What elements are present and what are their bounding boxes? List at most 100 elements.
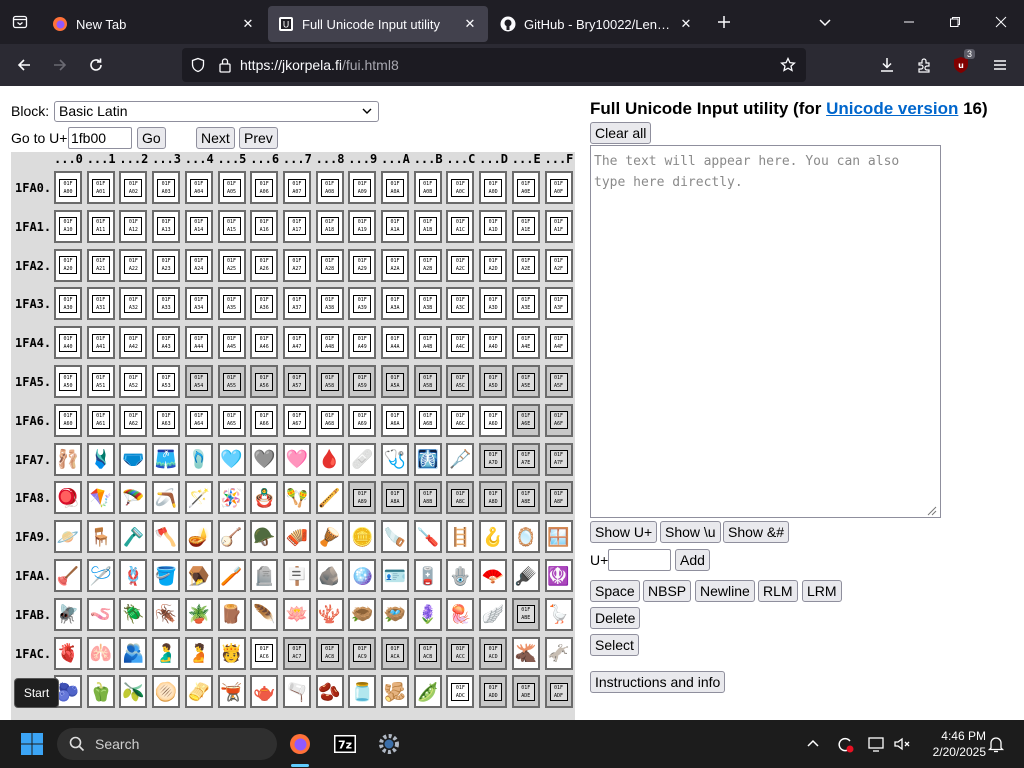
character-cell[interactable]: 01F A17 xyxy=(282,209,311,243)
character-cell[interactable]: 01F A18 xyxy=(315,209,344,243)
character-cell[interactable]: 01F ADC xyxy=(446,675,475,709)
character-cell[interactable]: 01F A30 xyxy=(54,287,82,321)
character-cell[interactable]: 01F A11 xyxy=(86,209,115,243)
sync-status-icon[interactable] xyxy=(829,728,861,760)
character-cell[interactable]: 01F AC6 xyxy=(250,636,279,670)
character-cell[interactable]: 🩻 xyxy=(413,442,442,476)
character-cell[interactable]: 🪻 xyxy=(413,597,442,631)
character-cell[interactable]: 01F A1E xyxy=(511,209,540,243)
character-cell[interactable]: 01F A1B xyxy=(413,209,442,243)
nbsp-button[interactable]: NBSP xyxy=(643,580,692,602)
character-cell[interactable]: 01F A7E xyxy=(511,442,540,476)
character-cell[interactable]: 01F A27 xyxy=(282,248,311,282)
taskbar-search[interactable]: Search xyxy=(57,728,277,760)
character-cell[interactable]: 01F A01 xyxy=(86,171,115,204)
character-cell[interactable]: 01F A44 xyxy=(184,326,213,360)
url-text[interactable]: https://jkorpela.fi/fui.html8 xyxy=(240,57,399,73)
character-cell[interactable]: 🫃 xyxy=(152,636,181,670)
character-cell[interactable]: 01F A00 xyxy=(54,171,82,204)
character-cell[interactable]: 🪲 xyxy=(119,597,148,631)
character-cell[interactable]: 01F A38 xyxy=(315,287,344,321)
character-cell[interactable]: 🪫 xyxy=(413,559,442,592)
character-cell[interactable]: 01F A05 xyxy=(217,171,246,204)
character-cell[interactable]: 01F A21 xyxy=(86,248,115,282)
rlm-button[interactable]: RLM xyxy=(758,580,798,602)
character-cell[interactable]: 01F ABE xyxy=(511,597,540,631)
character-cell[interactable]: 01F A67 xyxy=(282,403,311,437)
character-cell[interactable]: 🪑 xyxy=(86,520,115,554)
character-cell[interactable]: 🩹 xyxy=(348,442,377,476)
character-cell[interactable]: 01F A40 xyxy=(54,326,82,360)
character-cell[interactable]: 🩱 xyxy=(86,442,115,476)
character-cell[interactable]: 01F A08 xyxy=(315,171,344,204)
character-cell[interactable]: 01F A6A xyxy=(381,403,409,437)
character-cell[interactable]: 01F A5E xyxy=(511,365,540,398)
delete-button[interactable]: Delete xyxy=(590,607,641,629)
prev-button[interactable]: Prev xyxy=(239,127,278,149)
go-button[interactable]: Go xyxy=(137,127,166,149)
character-cell[interactable]: 01F A45 xyxy=(217,326,246,360)
character-cell[interactable]: 🩲 xyxy=(119,442,148,476)
character-cell[interactable]: 🪷 xyxy=(282,597,311,631)
lock-icon[interactable] xyxy=(218,57,232,73)
character-cell[interactable]: 01F A3F xyxy=(544,287,573,321)
character-cell[interactable]: 01F A0C xyxy=(446,171,475,204)
character-cell[interactable]: 01F A4D xyxy=(479,326,508,360)
character-cell[interactable]: 🫘 xyxy=(315,675,344,709)
character-cell[interactable]: 🫕 xyxy=(217,675,246,709)
character-cell[interactable]: 01F A0D xyxy=(479,171,508,204)
select-button[interactable]: Select xyxy=(590,634,639,656)
character-cell[interactable]: 01F A60 xyxy=(54,403,82,437)
character-cell[interactable]: 🪜 xyxy=(446,520,475,554)
character-cell[interactable]: 01F A0B xyxy=(413,171,442,204)
character-cell[interactable]: 01F A28 xyxy=(315,248,344,282)
shield-icon[interactable] xyxy=(190,57,206,73)
character-cell[interactable]: 🪘 xyxy=(315,520,344,554)
codepoint-input[interactable] xyxy=(608,549,671,571)
character-cell[interactable]: 01F A54 xyxy=(184,365,213,398)
character-cell[interactable]: 01F A53 xyxy=(152,365,181,398)
tab-unicode-utility[interactable]: U Full Unicode Input utility ✕ xyxy=(268,6,488,42)
character-cell[interactable]: 🪐 xyxy=(54,520,82,554)
character-cell[interactable]: 🪓 xyxy=(152,520,181,554)
character-cell[interactable]: 🩳 xyxy=(152,442,181,476)
character-cell[interactable]: 🩸 xyxy=(315,442,344,476)
character-cell[interactable]: 01F A37 xyxy=(282,287,311,321)
character-cell[interactable]: 01F A32 xyxy=(119,287,148,321)
windows-start-icon[interactable] xyxy=(16,728,48,760)
character-cell[interactable]: 01F A07 xyxy=(282,171,311,204)
character-cell[interactable]: 01F A33 xyxy=(152,287,181,321)
character-cell[interactable]: 01F A5D xyxy=(479,365,508,398)
character-cell[interactable]: 01F A39 xyxy=(348,287,377,321)
character-cell[interactable]: 🪭 xyxy=(479,559,508,592)
character-cell[interactable]: 01F A6C xyxy=(446,403,475,437)
new-tab-plus-icon[interactable] xyxy=(708,6,740,38)
downloads-icon[interactable] xyxy=(871,49,903,81)
close-icon[interactable]: ✕ xyxy=(240,16,256,32)
character-cell[interactable]: 01F A68 xyxy=(315,403,344,437)
character-cell[interactable]: 🫀 xyxy=(54,636,82,670)
resize-handle-icon[interactable] xyxy=(925,503,937,519)
firefox-taskbar-icon[interactable] xyxy=(284,728,316,760)
character-cell[interactable]: 01F A25 xyxy=(217,248,246,282)
goto-codepoint-input[interactable]: 1fb00 xyxy=(68,127,132,149)
settings-gear-icon[interactable] xyxy=(373,728,405,760)
url-bar[interactable]: https://jkorpela.fi/fui.html8 xyxy=(182,48,806,82)
character-cell[interactable]: 01F AC8 xyxy=(315,636,344,670)
character-cell[interactable]: 01F A5A xyxy=(381,365,409,398)
close-icon[interactable]: ✕ xyxy=(678,16,694,32)
character-cell[interactable]: 🫙 xyxy=(348,675,377,709)
character-cell[interactable]: 🪰 xyxy=(54,597,82,631)
character-cell[interactable]: 01F AC9 xyxy=(348,636,377,670)
show-hidden-icons-chevron-up-icon[interactable] xyxy=(797,728,829,760)
character-cell[interactable]: 🪯 xyxy=(544,559,573,592)
character-cell[interactable]: 01F A1C xyxy=(446,209,475,243)
character-cell[interactable]: 🪒 xyxy=(119,520,148,554)
character-cell[interactable]: 01F A2A xyxy=(381,248,409,282)
show-backslash-u-button[interactable]: Show \u xyxy=(660,521,721,543)
reload-icon[interactable] xyxy=(80,49,112,81)
notification-bell-icon[interactable] xyxy=(980,728,1012,760)
list-all-tabs-chevron-icon[interactable] xyxy=(802,0,848,44)
character-cell[interactable]: 01F A29 xyxy=(348,248,377,282)
character-cell[interactable]: 01F A10 xyxy=(54,209,82,243)
